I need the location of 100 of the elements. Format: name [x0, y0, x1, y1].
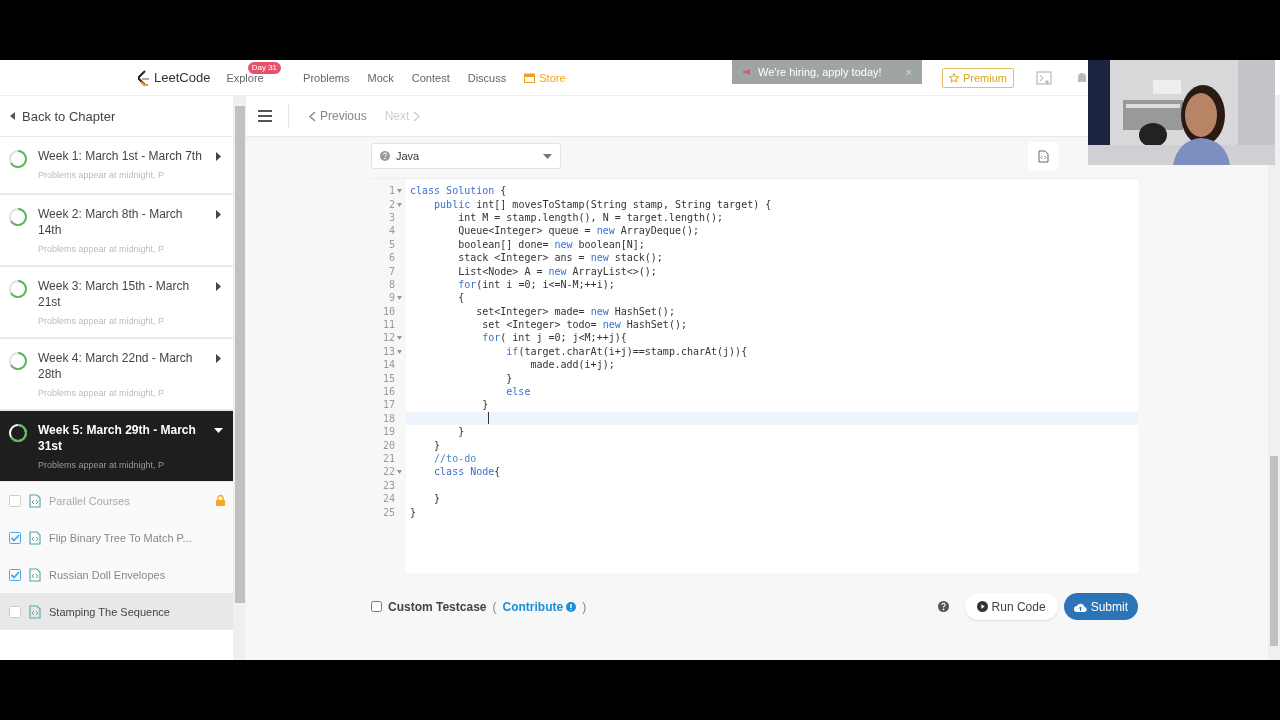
progress-ring-icon	[8, 279, 28, 299]
problem-item[interactable]: Stamping The Sequence	[0, 593, 233, 630]
text-cursor	[488, 412, 489, 425]
terminal-plus-icon[interactable]	[1036, 70, 1054, 85]
week-subtitle: Problems appear at midnight, P	[38, 460, 166, 470]
week-item[interactable]: Week 2: March 8th - March 14th Problems appear at midnight, P	[0, 194, 233, 266]
code-line: }	[433, 493, 441, 505]
code-line: {	[457, 292, 465, 304]
code-line: stack <Integer> ans = new stack();	[457, 252, 663, 264]
week-title: Week 3: March 15th - March 21st	[38, 278, 191, 310]
nav-link[interactable]: Contest	[411, 71, 450, 84]
custom-testcase-checkbox[interactable]	[371, 601, 382, 612]
language-select[interactable]: Java	[371, 143, 561, 169]
line-number: 17	[382, 399, 395, 411]
scrollbar-thumb[interactable]	[235, 106, 245, 603]
nav-link[interactable]: Discuss	[467, 71, 507, 84]
caret-icon[interactable]	[214, 354, 223, 363]
problem-title: Russian Doll Envelopes	[49, 568, 167, 581]
line-number: 23	[382, 479, 395, 491]
code-file-button[interactable]	[1028, 142, 1058, 170]
code-line: if(target.charAt(i+j)==stamp.charAt(j)){	[505, 345, 748, 357]
code-file-icon	[29, 567, 41, 582]
fold-icon[interactable]	[397, 202, 402, 207]
week-item[interactable]: Week 4: March 22nd - March 28th Problems appear at midnight, P	[0, 338, 233, 410]
code-file-icon	[1037, 149, 1049, 163]
week-subtitle: Problems appear at midnight, P	[38, 244, 166, 254]
nav-link[interactable]: Problems	[303, 71, 350, 84]
line-number: 21	[382, 453, 395, 464]
fold-icon[interactable]	[397, 349, 402, 354]
code-line: //to-do	[433, 453, 477, 464]
bell-icon[interactable]	[1076, 70, 1088, 85]
line-number: 13	[382, 345, 395, 357]
problem-title: Flip Binary Tree To Match P...	[49, 531, 193, 544]
previous-button[interactable]: Previous	[305, 109, 371, 123]
submit-button[interactable]: Submit	[1063, 593, 1138, 620]
caret-icon[interactable]	[214, 210, 223, 219]
code-line: boolean[] done= new boolean[N];	[457, 238, 645, 250]
line-number: 14	[382, 359, 395, 371]
week-item[interactable]: Week 5: March 29th - March 31st Problems appear at midnight, P	[0, 410, 233, 482]
week-title: Week 1: March 1st - March 7th	[38, 148, 203, 164]
chevron-right-icon	[413, 110, 421, 122]
nav-link[interactable]: Explore	[226, 71, 264, 84]
code-line: set<Integer> made= new HashSet();	[475, 305, 675, 317]
line-number: 5	[388, 238, 395, 250]
checkbox[interactable]	[9, 494, 21, 507]
fold-icon[interactable]	[397, 336, 402, 341]
code-file-icon	[29, 530, 41, 545]
caret-icon[interactable]	[214, 152, 223, 161]
code-line: }	[410, 506, 417, 518]
caret-icon[interactable]	[214, 426, 223, 435]
scrollbar-thumb[interactable]	[1270, 456, 1278, 646]
code-line: made.add(i+j);	[529, 359, 615, 371]
help-icon	[380, 151, 390, 161]
line-number: 7	[388, 265, 395, 277]
code-line: set <Integer> todo= new HashSet();	[481, 319, 687, 331]
fold-icon[interactable]	[397, 189, 402, 194]
help-icon[interactable]	[937, 601, 949, 612]
cloud-upload-icon	[1073, 601, 1087, 612]
code-line: Queue<Integer> queue = new ArrayDeque();	[457, 225, 699, 237]
problem-item[interactable]: Flip Binary Tree To Match P...	[0, 519, 233, 556]
line-number: 25	[382, 506, 395, 518]
code-editor[interactable]	[371, 178, 1138, 573]
progress-ring-icon	[8, 351, 28, 371]
week-subtitle: Problems appear at midnight, P	[38, 170, 166, 180]
fold-icon[interactable]	[397, 470, 402, 475]
week-subtitle: Problems appear at midnight, P	[38, 316, 166, 326]
line-number: 10	[382, 305, 395, 317]
day-badge: Day 31	[247, 61, 282, 74]
problem-title: Stamping The Sequence	[49, 605, 171, 618]
chevron-left-icon	[309, 110, 316, 122]
dropdown-caret-icon	[543, 153, 552, 159]
code-line: }	[457, 426, 465, 438]
caret-icon	[10, 112, 16, 120]
caret-icon[interactable]	[214, 282, 223, 291]
week-title: Week 4: March 22nd - March 28th	[38, 350, 194, 382]
menu-icon[interactable]	[258, 110, 272, 122]
contribute-link[interactable]: Contribute	[502, 599, 577, 614]
checkbox[interactable]	[9, 568, 21, 581]
fold-icon[interactable]	[397, 296, 402, 301]
code-line: class Node{	[433, 466, 501, 478]
week-item[interactable]: Week 1: March 1st - March 7th Problems appear at midnight, P	[0, 136, 233, 194]
nav-link[interactable]: Mock	[367, 71, 394, 84]
week-item[interactable]: Week 3: March 15th - March 21st Problems appear at midnight, P	[0, 266, 233, 338]
line-number: 24	[382, 493, 395, 505]
logo-text[interactable]: LeetCode	[154, 70, 211, 85]
code-line: for(int i =0; i<=N-M;++i);	[457, 278, 615, 290]
line-number: 8	[388, 278, 395, 290]
run-code-button[interactable]: Run Code	[964, 593, 1058, 620]
code-line: public int[] movesToStamp(String stamp, String target) {	[433, 198, 772, 210]
line-number: 12	[382, 332, 395, 344]
code-line: }	[481, 399, 489, 411]
store-icon	[524, 72, 536, 83]
problem-item[interactable]: Russian Doll Envelopes	[0, 556, 233, 593]
week-title: Week 2: March 8th - March 14th	[38, 206, 184, 238]
checkbox[interactable]	[9, 531, 21, 544]
code-line: else	[505, 386, 531, 398]
checkbox[interactable]	[9, 605, 21, 618]
progress-ring-icon	[8, 207, 28, 227]
progress-ring-icon	[8, 149, 28, 169]
megaphone-icon	[742, 68, 752, 76]
